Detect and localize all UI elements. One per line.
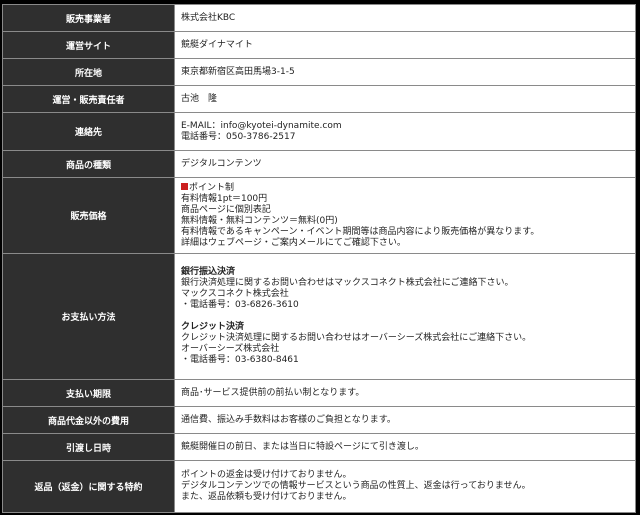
table-row: 商品の種類 デジタルコンテンツ: [2, 150, 636, 178]
table-row: お支払い方法 銀行振込決済 銀行決済処理に関するお問い合わせはマックスコネクト株…: [2, 253, 636, 380]
phone-text: 電話番号：050-3786-2517: [181, 131, 296, 142]
value-line: 銀行決済処理に関するお問い合わせはマックスコネクト株式会社にご連絡下さい。: [181, 278, 514, 288]
row-value: デジタルコンテンツ: [174, 150, 636, 178]
value-line: デジタルコンテンツでの情報サービスという商品の性質上、返金は行っておりません。: [181, 481, 531, 491]
row-value: 競艇ダイナマイト: [174, 31, 636, 59]
row-label: 商品の種類: [2, 150, 175, 178]
value-line: デジタルコンテンツ: [181, 158, 262, 169]
value-line: 東京都新宿区高田馬場3-1-5: [181, 66, 295, 77]
table-row: 運営サイト 競艇ダイナマイト: [2, 31, 636, 59]
value-line: ポイントの返金は受け付けておりません。: [181, 470, 352, 480]
credit-card-heading: クレジット決済: [181, 322, 245, 332]
row-value: 古池 隆: [174, 85, 636, 113]
value-line: ・電話番号：03-6380-8461: [181, 355, 299, 365]
value-line: 無料情報・無料コンテンツ＝無料(0円): [181, 215, 338, 226]
value-line: オーバーシーズ株式会社: [181, 344, 280, 354]
row-label: 商品代金以外の費用: [2, 406, 175, 434]
row-value: E-MAIL：info@kyotei-dynamite.com 電話番号：050…: [174, 112, 636, 151]
row-label: 引渡し日時: [2, 433, 175, 461]
row-label: 支払い期限: [2, 379, 175, 407]
page: 販売事業者 株式会社KBC 運営サイト 競艇ダイナマイト 所在地 東京都新宿区高…: [0, 0, 640, 515]
row-value: ポイント制 有料情報1pt＝100円 商品ページに個別表記 無料情報・無料コンテ…: [174, 177, 636, 254]
table-row: 販売事業者 株式会社KBC: [2, 4, 636, 32]
value-line: 株式会社KBC: [181, 12, 236, 23]
table-row: 販売価格 ポイント制 有料情報1pt＝100円 商品ページに個別表記 無料情報・…: [2, 177, 636, 254]
value-line: 商品･サービス提供前の前払い制となります。: [181, 387, 365, 398]
point-system-label: ポイント制: [189, 182, 235, 193]
row-value: 銀行振込決済 銀行決済処理に関するお問い合わせはマックスコネクト株式会社にご連絡…: [174, 253, 636, 380]
table-row: 商品代金以外の費用 通信費、振込み手数料はお客様のご負担となります。: [2, 406, 636, 434]
value-line: 有料情報1pt＝100円: [181, 193, 268, 204]
row-label: 連絡先: [2, 112, 175, 151]
row-label: 返品（返金）に関する特約: [2, 460, 175, 513]
seller-info-table: 販売事業者 株式会社KBC 運営サイト 競艇ダイナマイト 所在地 東京都新宿区高…: [2, 4, 636, 513]
email-text: E-MAIL：info@kyotei-dynamite.com: [181, 120, 342, 131]
row-value: 通信費、振込み手数料はお客様のご負担となります。: [174, 406, 636, 434]
red-square-bullet-icon: [181, 182, 188, 190]
row-value: 東京都新宿区高田馬場3-1-5: [174, 58, 636, 86]
value-line: また、返品依頼も受け付けておりません。: [181, 492, 352, 502]
bank-transfer-heading: 銀行振込決済: [181, 267, 236, 277]
row-label: 運営・販売責任者: [2, 85, 175, 113]
row-label: 販売価格: [2, 177, 175, 254]
value-line: 通信費、振込み手数料はお客様のご負担となります。: [181, 414, 396, 425]
value-line: 詳細はウェブページ・ご案内メールにてご確認下さい。: [181, 237, 406, 248]
table-row: 引渡し日時 競艇開催日の前日、または当日に特設ページにて引き渡し。: [2, 433, 636, 461]
row-value: 株式会社KBC: [174, 4, 636, 32]
row-value: 競艇開催日の前日、または当日に特設ページにて引き渡し。: [174, 433, 636, 461]
table-row: 連絡先 E-MAIL：info@kyotei-dynamite.com 電話番号…: [2, 112, 636, 151]
value-line: 商品ページに個別表記: [181, 204, 271, 215]
value-line: ポイント制: [181, 182, 629, 194]
value-line: クレジット決済処理に関するお問い合わせはオーバーシーズ株式会社にご連絡下さい。: [181, 333, 532, 343]
value-line: 競艇開催日の前日、または当日に特設ページにて引き渡し。: [181, 441, 424, 452]
table-row: 運営・販売責任者 古池 隆: [2, 85, 636, 113]
row-label: 運営サイト: [2, 31, 175, 59]
row-label: お支払い方法: [2, 253, 175, 380]
table-row: 支払い期限 商品･サービス提供前の前払い制となります。: [2, 379, 636, 407]
row-value: ポイントの返金は受け付けておりません。 デジタルコンテンツでの情報サービスという…: [174, 460, 636, 513]
value-line: ・電話番号：03-6826-3610: [181, 300, 299, 310]
value-line: 有料情報であるキャンペーン・イベント期間等は商品内容により販売価格が異なります。: [181, 226, 540, 237]
table-row: 返品（返金）に関する特約 ポイントの返金は受け付けておりません。 デジタルコンテ…: [2, 460, 636, 513]
value-line: 古池 隆: [181, 93, 218, 104]
row-label: 販売事業者: [2, 4, 175, 32]
value-line: 競艇ダイナマイト: [181, 39, 253, 50]
row-value: 商品･サービス提供前の前払い制となります。: [174, 379, 636, 407]
value-line: マックスコネクト株式会社: [181, 289, 289, 299]
row-label: 所在地: [2, 58, 175, 86]
table-row: 所在地 東京都新宿区高田馬場3-1-5: [2, 58, 636, 86]
